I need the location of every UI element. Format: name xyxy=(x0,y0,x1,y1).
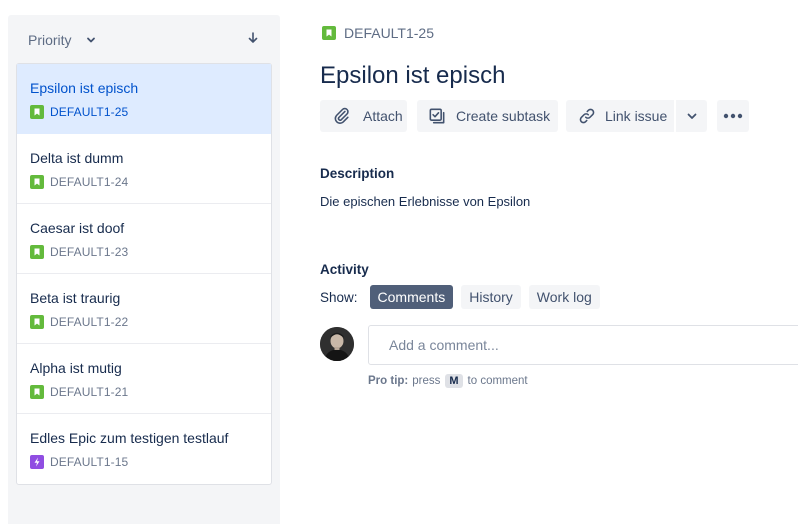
story-icon xyxy=(30,105,44,119)
issue-key: DEFAULT1-23 xyxy=(50,245,129,259)
story-icon xyxy=(30,385,44,399)
attach-button[interactable]: Attach xyxy=(320,100,407,132)
issue-navigator-panel: Priority Epsilon ist episch DEFAULT1-25 … xyxy=(8,15,280,524)
comment-input[interactable]: Add a comment... xyxy=(368,325,798,365)
arrow-down-icon[interactable] xyxy=(246,31,260,45)
issue-summary: Alpha ist mutig xyxy=(30,360,122,376)
more-icon xyxy=(723,113,743,119)
link-issue-label: Link issue xyxy=(605,108,668,124)
issue-summary: Epsilon ist episch xyxy=(30,80,139,96)
chevron-down-icon xyxy=(86,37,95,43)
pro-tip-label: Pro tip: xyxy=(368,375,409,387)
tab-work-log[interactable]: Work log xyxy=(528,285,600,309)
create-subtask-button[interactable]: Create subtask xyxy=(417,100,558,132)
link-icon xyxy=(579,108,595,124)
breadcrumb[interactable]: DEFAULT1-25 xyxy=(322,25,434,41)
issue-key-link[interactable]: DEFAULT1-25 xyxy=(344,25,434,41)
link-issue-button[interactable]: Link issue xyxy=(566,100,674,132)
story-icon xyxy=(30,175,44,189)
issue-key: DEFAULT1-22 xyxy=(50,315,129,329)
list-item[interactable]: Beta ist traurig DEFAULT1-22 xyxy=(17,274,271,344)
page-title[interactable]: Epsilon ist episch xyxy=(320,62,505,90)
issue-toolbar: Attach Create subtask Link issue xyxy=(320,100,749,132)
pro-tip-post: to comment xyxy=(467,375,528,387)
more-actions-button[interactable] xyxy=(717,100,749,132)
issue-summary: Beta ist traurig xyxy=(30,290,121,306)
epic-icon xyxy=(30,455,44,469)
issue-list: Epsilon ist episch DEFAULT1-25 Delta ist… xyxy=(16,63,272,485)
issue-key: DEFAULT1-15 xyxy=(50,455,129,469)
avatar xyxy=(320,327,354,361)
show-label: Show: xyxy=(320,289,358,305)
issue-summary: Edles Epic zum testigen testlauf xyxy=(30,430,229,446)
description-heading: Description xyxy=(320,166,395,181)
pro-tip: Pro tip: press M to comment xyxy=(368,374,528,388)
sort-field-label: Priority xyxy=(28,32,72,48)
sort-field-dropdown[interactable]: Priority xyxy=(28,32,96,48)
sort-bar: Priority xyxy=(8,15,280,63)
story-icon xyxy=(322,26,336,40)
activity-heading: Activity xyxy=(320,262,369,277)
list-item[interactable]: Caesar ist doof DEFAULT1-23 xyxy=(17,204,271,274)
tab-history[interactable]: History xyxy=(461,285,521,309)
list-item[interactable]: Delta ist dumm DEFAULT1-24 xyxy=(17,134,271,204)
attach-label: Attach xyxy=(363,108,403,124)
list-item[interactable]: Epsilon ist episch DEFAULT1-25 xyxy=(17,64,271,134)
subtask-icon xyxy=(429,108,445,124)
keyboard-shortcut-key: M xyxy=(445,374,463,388)
create-subtask-label: Create subtask xyxy=(456,108,551,124)
issue-summary: Delta ist dumm xyxy=(30,150,124,166)
list-item[interactable]: Alpha ist mutig DEFAULT1-21 xyxy=(17,344,271,414)
tab-comments[interactable]: Comments xyxy=(369,285,454,309)
link-issue-dropdown-button[interactable] xyxy=(676,100,707,132)
issue-key: DEFAULT1-25 xyxy=(50,105,129,119)
issue-key: DEFAULT1-24 xyxy=(50,175,129,189)
pro-tip-pre: press xyxy=(412,375,441,387)
issue-summary: Caesar ist doof xyxy=(30,220,125,236)
story-icon xyxy=(30,245,44,259)
story-icon xyxy=(30,315,44,329)
paperclip-icon xyxy=(334,107,349,125)
list-item[interactable]: Edles Epic zum testigen testlauf DEFAULT… xyxy=(17,414,271,484)
activity-filter: Show: Comments History Work log xyxy=(320,285,608,309)
description-text[interactable]: Die epischen Erlebnisse von Epsilon xyxy=(320,194,530,209)
chevron-down-icon xyxy=(687,113,696,119)
issue-key: DEFAULT1-21 xyxy=(50,385,129,399)
